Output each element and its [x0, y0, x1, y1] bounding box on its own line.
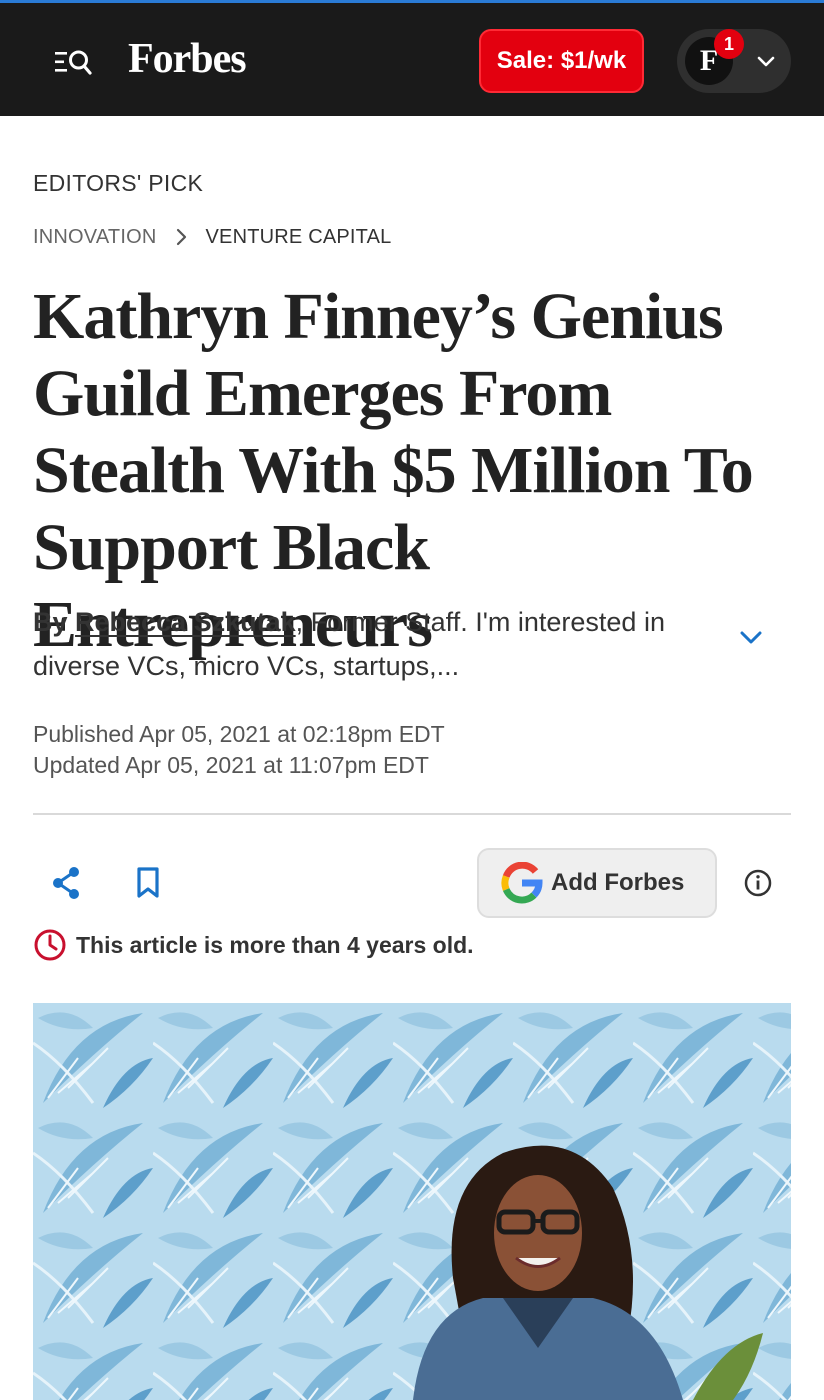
- bookmark-icon[interactable]: [134, 866, 162, 900]
- breadcrumb-innovation[interactable]: INNOVATION: [33, 226, 156, 249]
- chevron-right-icon: [177, 228, 187, 246]
- account-menu-button[interactable]: F 1: [677, 29, 791, 93]
- chevron-down-icon: [757, 56, 775, 67]
- author-role: , Former Staff.: [295, 607, 468, 637]
- author-link[interactable]: Rebecca Szkutak: [75, 607, 296, 637]
- google-g-icon: [501, 862, 543, 904]
- published-date: Published Apr 05, 2021 at 02:18pm EDT: [33, 721, 445, 747]
- article-age-notice: This article is more than 4 years old.: [33, 928, 474, 962]
- byline-prefix: By: [33, 607, 68, 637]
- info-icon[interactable]: [743, 868, 773, 898]
- editors-pick-label: EDITORS' PICK: [33, 170, 204, 196]
- divider: [33, 813, 791, 815]
- article-dates: Published Apr 05, 2021 at 02:18pm EDT Up…: [33, 719, 445, 781]
- top-navigation-bar: Forbes Sale: $1/wk F 1: [0, 0, 824, 116]
- breadcrumb: INNOVATION VENTURE CAPITAL: [33, 224, 391, 250]
- updated-date: Updated Apr 05, 2021 at 11:07pm EDT: [33, 752, 429, 778]
- subscribe-sale-button[interactable]: Sale: $1/wk: [479, 29, 644, 93]
- age-warning-text: This article is more than 4 years old.: [76, 931, 474, 958]
- breadcrumb-venture-capital[interactable]: VENTURE CAPITAL: [205, 226, 391, 249]
- hero-image[interactable]: [33, 1003, 791, 1400]
- share-icon[interactable]: [50, 866, 82, 900]
- hero-photo: [33, 1003, 791, 1400]
- clock-icon: [34, 929, 66, 961]
- add-forbes-google-button[interactable]: Add Forbes: [477, 848, 717, 918]
- byline: By Rebecca Szkutak, Former Staff. I'm in…: [33, 600, 713, 688]
- menu-search-icon[interactable]: [55, 47, 95, 77]
- add-forbes-label: Add Forbes: [551, 869, 685, 896]
- notification-badge: 1: [714, 29, 744, 59]
- forbes-logo[interactable]: Forbes: [128, 35, 247, 83]
- expand-bio-chevron-icon[interactable]: [738, 624, 764, 650]
